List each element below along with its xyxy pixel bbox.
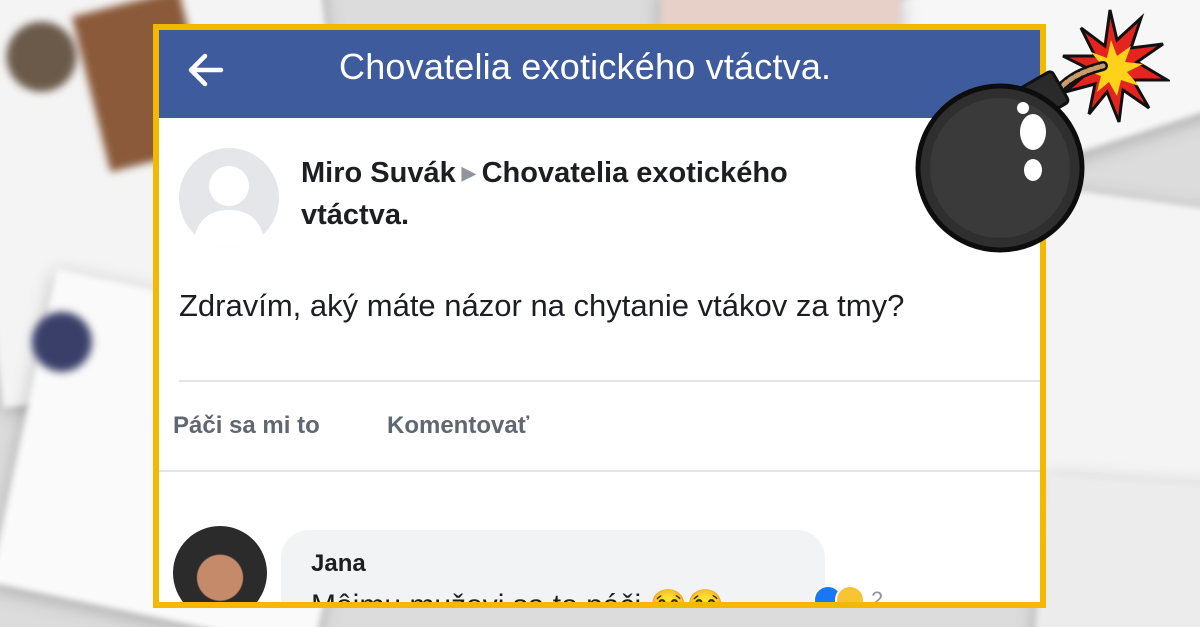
divider (179, 380, 1040, 382)
bomb-icon (915, 9, 1170, 253)
comment-bubble: Jana Môjmu mužovi sa to páči 😂😂 (281, 530, 825, 608)
commenter-avatar[interactable] (173, 526, 267, 602)
comment-reactions[interactable]: 2 (805, 582, 891, 608)
comment-text: Môjmu mužovi sa to páči 😂😂 (311, 589, 725, 608)
post-body-text: Zdravím, aký máte názor na chytanie vták… (179, 288, 905, 323)
comment-button[interactable]: Komentovať (387, 412, 529, 440)
back-arrow-icon[interactable] (181, 44, 233, 96)
background-footer-card (1034, 473, 1200, 627)
haha-reaction-icon (835, 585, 865, 602)
author-name-link[interactable]: Miro Suvák (301, 157, 456, 189)
post-author-line: Miro Suvák ▶ Chovatelia exotického vtáctva… (301, 154, 901, 235)
reaction-count: 2 (871, 587, 884, 608)
like-button[interactable]: Páči sa mi to (173, 412, 320, 440)
author-avatar[interactable] (179, 148, 279, 248)
triangle-right-icon: ▶ (461, 163, 476, 183)
group-title: Chovatelia exotického vtáctva. (339, 46, 832, 87)
commenter-name[interactable]: Jana (311, 550, 366, 578)
default-profile-icon (193, 166, 265, 248)
divider (159, 470, 1040, 472)
